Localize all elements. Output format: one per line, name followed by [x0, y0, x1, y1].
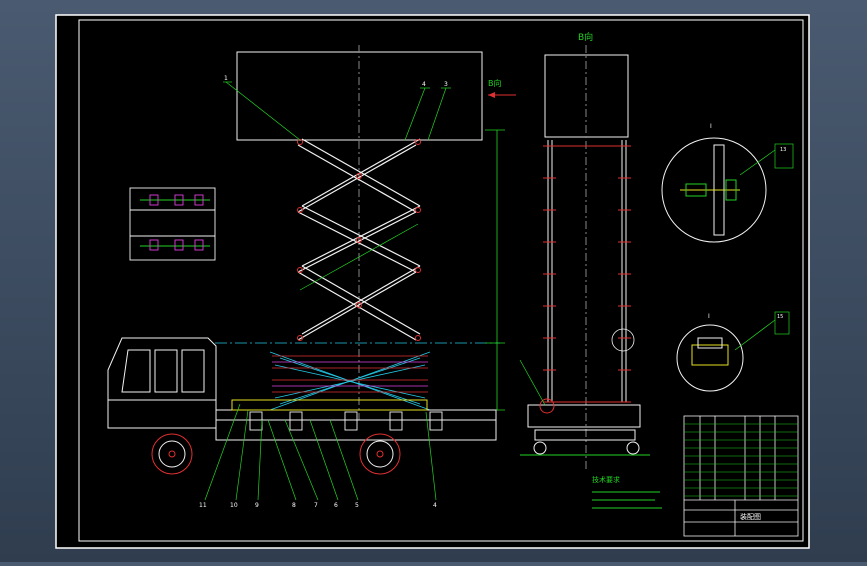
- detail-label-upper: I: [710, 123, 712, 130]
- title-block-caption: 装配图: [740, 512, 761, 521]
- cad-drawing: 1 4 3 B向 11 10 9 8 7 6 5 4 B向 I 13 I 15 …: [55, 14, 810, 549]
- notes-title: 技术要求: [592, 475, 620, 484]
- part-label-1: 1: [224, 75, 228, 82]
- part-label-5: 5: [355, 502, 359, 509]
- part-label-8: 8: [292, 502, 296, 509]
- cad-viewport: 1 4 3 B向 11 10 9 8 7 6 5 4 B向 I 13 I 15 …: [0, 0, 867, 562]
- part-label-13: 13: [780, 147, 786, 153]
- part-label-4-top: 4: [422, 81, 426, 88]
- part-label-4-bottom: 4: [433, 502, 437, 509]
- part-label-7: 7: [314, 502, 318, 509]
- part-label-6: 6: [334, 502, 338, 509]
- detail-label-lower: I: [708, 313, 710, 320]
- part-label-9: 9: [255, 502, 259, 509]
- part-label-11: 11: [199, 502, 207, 509]
- part-label-3: 3: [444, 81, 448, 88]
- part-label-15: 15: [777, 314, 783, 320]
- part-label-10: 10: [230, 502, 238, 509]
- view-arrow-label: B向: [488, 78, 502, 88]
- view-label-top: B向: [578, 31, 593, 43]
